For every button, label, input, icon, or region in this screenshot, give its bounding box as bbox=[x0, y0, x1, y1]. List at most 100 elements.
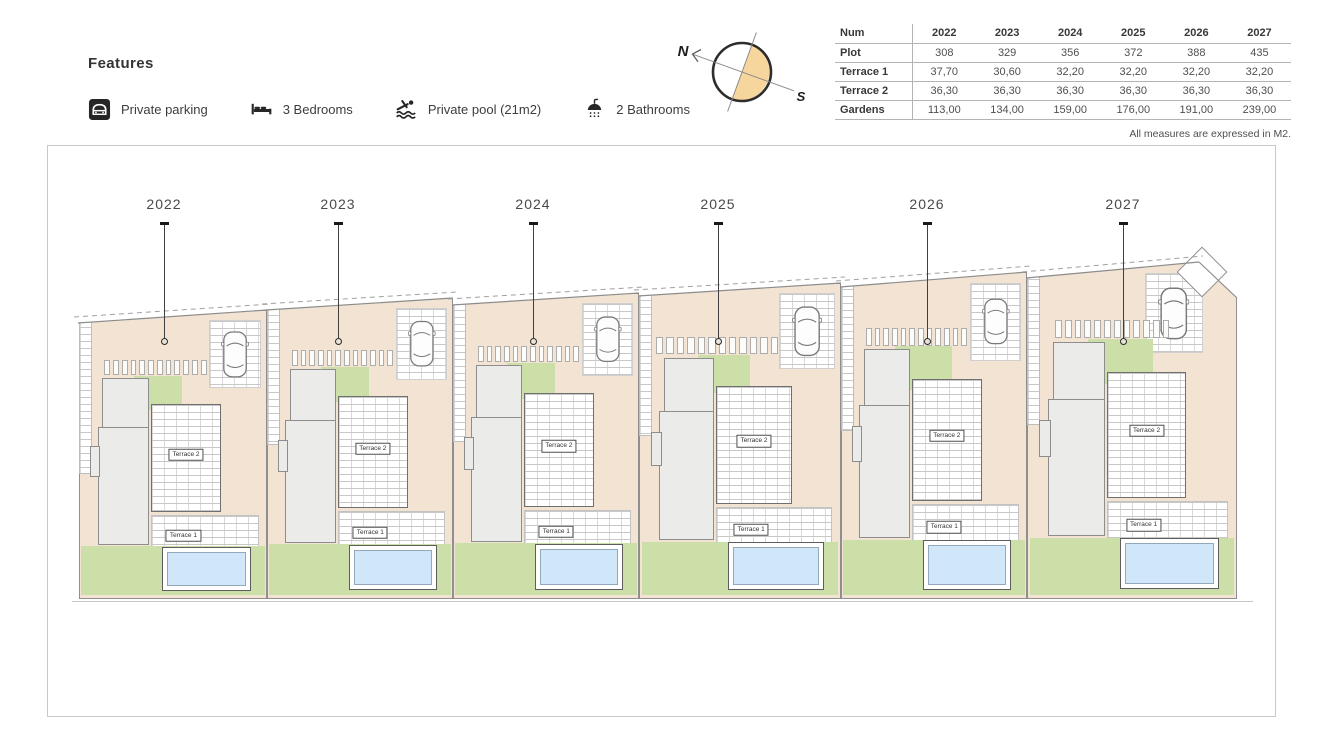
feature-bedrooms: 3 Bedrooms bbox=[250, 98, 353, 121]
street-line bbox=[72, 601, 1253, 602]
feature-label: Private pool (21m2) bbox=[428, 102, 541, 117]
measurements-table-section: Num202220232024202520262027Plot308329356… bbox=[835, 24, 1291, 140]
terrace-1-label: Terrace 1 bbox=[166, 529, 201, 542]
pool bbox=[535, 544, 623, 590]
plot-leader-line bbox=[338, 223, 339, 338]
measurement-value: 30,60 bbox=[976, 62, 1039, 81]
villa-building bbox=[471, 417, 522, 542]
measurement-value: 36,30 bbox=[976, 81, 1039, 100]
features-row: Private parking 3 Bedrooms Private pool … bbox=[88, 98, 690, 121]
boundary-wall bbox=[1027, 271, 1040, 425]
pergola-slats bbox=[478, 346, 579, 362]
boundary-wall bbox=[267, 307, 280, 445]
measurement-value: 435 bbox=[1228, 43, 1291, 62]
pool bbox=[728, 542, 824, 590]
plot-2026: Terrace 2 Terrace 1 bbox=[841, 272, 1027, 599]
table-header-year: 2024 bbox=[1039, 24, 1102, 43]
table-row: Terrace 137,7030,6032,2032,2032,2032,20 bbox=[835, 62, 1291, 81]
measurement-value: 372 bbox=[1102, 43, 1165, 62]
terrace-2-label: Terrace 2 bbox=[355, 443, 390, 456]
pool-water bbox=[733, 547, 819, 585]
feature-label: Private parking bbox=[121, 102, 208, 117]
measurement-value: 134,00 bbox=[976, 100, 1039, 119]
pool-water bbox=[540, 549, 618, 585]
feature-private-parking: Private parking bbox=[88, 98, 208, 121]
pool-water bbox=[1125, 543, 1215, 584]
villa-building bbox=[852, 426, 862, 462]
measurement-value: 32,20 bbox=[1102, 62, 1165, 81]
measurement-value: 388 bbox=[1165, 43, 1228, 62]
measurement-value: 329 bbox=[976, 43, 1039, 62]
villa-building bbox=[1039, 420, 1050, 457]
measurements-table: Num202220232024202520262027Plot308329356… bbox=[835, 24, 1291, 120]
pool-water bbox=[928, 545, 1006, 584]
villa-building bbox=[464, 437, 474, 470]
car-icon bbox=[792, 299, 822, 364]
compass-north-label: N bbox=[678, 43, 690, 60]
villa-building bbox=[476, 365, 522, 418]
terrace-2-label: Terrace 2 bbox=[736, 435, 771, 448]
parking-area bbox=[396, 308, 448, 380]
pool-water bbox=[167, 552, 246, 586]
car-icon bbox=[408, 313, 436, 374]
terrace-2: Terrace 2 bbox=[716, 386, 792, 504]
terrace-1-label: Terrace 1 bbox=[927, 521, 962, 534]
measurement-value: 36,30 bbox=[1039, 81, 1102, 100]
car-icon bbox=[221, 325, 249, 384]
shower-icon bbox=[583, 98, 606, 121]
plot-number-label: 2027 bbox=[1083, 196, 1163, 212]
parking-icon bbox=[88, 98, 111, 121]
table-row: Plot308329356372388435 bbox=[835, 43, 1291, 62]
feature-private-pool: Private pool (21m2) bbox=[395, 98, 541, 121]
terrace-2: Terrace 2 bbox=[524, 393, 594, 507]
features-title: Features bbox=[88, 55, 690, 72]
table-header-num: Num bbox=[835, 24, 913, 43]
plot-2027: Terrace 2 Terrace 1 bbox=[1027, 262, 1237, 599]
measurement-value: 36,30 bbox=[1228, 81, 1291, 100]
plot-leader-line bbox=[164, 223, 165, 338]
plot-2024: Terrace 2 Terrace 1 bbox=[453, 293, 639, 599]
pool bbox=[923, 540, 1011, 589]
plot-number-label: 2024 bbox=[493, 196, 573, 212]
feature-label: 3 Bedrooms bbox=[283, 102, 353, 117]
terrace-2: Terrace 2 bbox=[338, 396, 408, 508]
pool bbox=[1120, 538, 1220, 589]
villa-building bbox=[90, 446, 100, 478]
compass-rose: N S bbox=[667, 14, 817, 130]
measurement-value: 159,00 bbox=[1039, 100, 1102, 119]
features-section: Features Private parking 3 Bedrooms Priv… bbox=[88, 55, 690, 121]
plot-number-label: 2025 bbox=[678, 196, 758, 212]
table-header-year: 2022 bbox=[913, 24, 976, 43]
boundary-wall bbox=[639, 292, 652, 436]
plot-number-label: 2022 bbox=[124, 196, 204, 212]
table-row: Gardens113,00134,00159,00176,00191,00239… bbox=[835, 100, 1291, 119]
row-label: Gardens bbox=[835, 100, 913, 119]
terrace-2-label: Terrace 2 bbox=[929, 430, 964, 443]
parking-area bbox=[970, 283, 1022, 361]
row-label: Plot bbox=[835, 43, 913, 62]
table-header-year: 2026 bbox=[1165, 24, 1228, 43]
car-icon bbox=[594, 308, 622, 370]
plot-2025: Terrace 2 Terrace 1 bbox=[639, 283, 841, 599]
terrace-2-label: Terrace 2 bbox=[541, 440, 576, 453]
table-header-year: 2027 bbox=[1228, 24, 1291, 43]
bed-icon bbox=[250, 98, 273, 121]
pool bbox=[162, 547, 251, 591]
pool-icon bbox=[395, 98, 418, 121]
boundary-wall bbox=[841, 281, 854, 431]
measurement-value: 32,20 bbox=[1165, 62, 1228, 81]
measurement-value: 32,20 bbox=[1228, 62, 1291, 81]
terrace-2-label: Terrace 2 bbox=[1129, 425, 1164, 438]
terrace-2-label: Terrace 2 bbox=[168, 449, 203, 462]
plot-leader-line bbox=[718, 223, 719, 338]
row-label: Terrace 2 bbox=[835, 81, 913, 100]
terrace-1-label: Terrace 1 bbox=[353, 527, 388, 540]
site-plan: Terrace 2 Terrace 1 Terrace 2 bbox=[47, 145, 1276, 717]
plot-2023: Terrace 2 Terrace 1 bbox=[267, 298, 453, 599]
pergola-slats bbox=[1055, 320, 1169, 338]
plot-number-label: 2026 bbox=[887, 196, 967, 212]
terrace-1-label: Terrace 1 bbox=[539, 526, 574, 539]
measurement-value: 176,00 bbox=[1102, 100, 1165, 119]
table-note: All measures are expressed in M2. bbox=[835, 128, 1291, 140]
car-icon bbox=[982, 288, 1010, 355]
